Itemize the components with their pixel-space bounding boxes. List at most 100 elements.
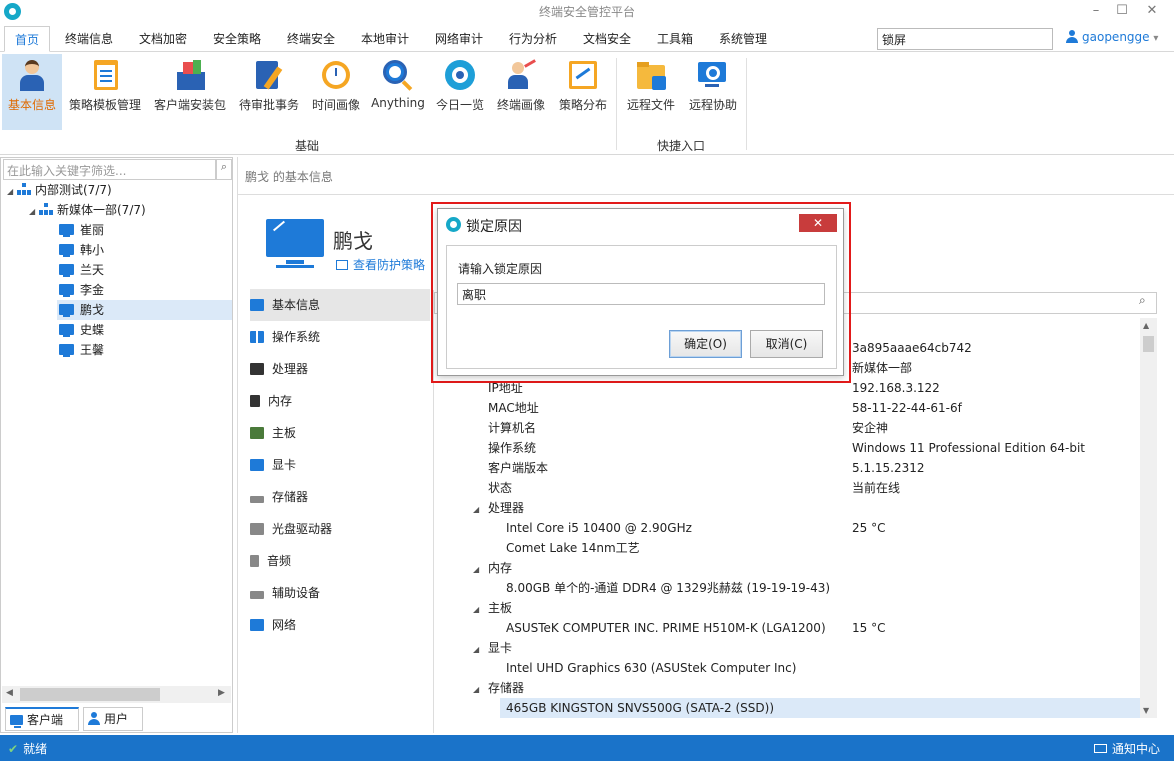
scroll-left-arrow-icon[interactable]: ◀ — [6, 688, 13, 698]
tab-clients[interactable]: 客户端 — [5, 707, 79, 731]
menu-network-audit[interactable]: 网络审计 — [425, 26, 493, 52]
menu-toolbox[interactable]: 工具箱 — [647, 26, 703, 52]
folder-icon — [634, 58, 668, 92]
ribbon-pending-approval[interactable]: 待审批事务 — [236, 54, 302, 130]
scroll-up-arrow-icon[interactable]: ▲ — [1143, 321, 1149, 330]
optical-drive-icon — [250, 523, 264, 535]
search-icon[interactable]: ⌕ — [1139, 293, 1146, 308]
collapse-triangle-icon[interactable]: ◢ — [473, 680, 488, 700]
tree-user[interactable]: 李金 — [59, 280, 229, 300]
detail-row-selected[interactable]: 465GB KINGSTON SNVS500G (SATA-2 (SSD)) — [500, 698, 1140, 718]
menu-behavior-analysis[interactable]: 行为分析 — [499, 26, 567, 52]
menu-local-audit[interactable]: 本地审计 — [351, 26, 419, 52]
menu-home[interactable]: 首页 — [4, 26, 51, 52]
tree-user-selected[interactable]: 鹏戈 — [57, 300, 232, 320]
category-network[interactable]: 网络 — [250, 609, 430, 641]
category-basic-info[interactable]: 基本信息 — [250, 289, 430, 321]
ribbon-policy-template[interactable]: 策略模板管理 — [66, 54, 144, 130]
ribbon-today-overview[interactable]: 今日一览 — [432, 54, 488, 130]
notification-center[interactable]: 通知中心 — [1093, 740, 1160, 757]
user-menu[interactable]: gaopengge ▾ — [1066, 30, 1158, 44]
ok-button[interactable]: 确定(O) — [669, 330, 742, 358]
dialog-body: 请输入锁定原因 离职 确定(O) 取消(C) — [446, 245, 837, 369]
reason-input[interactable]: 离职 — [457, 283, 825, 305]
detail-value: 192.168.3.122 — [852, 381, 940, 395]
minimize-button[interactable]: – — [1082, 1, 1110, 21]
tree-user[interactable]: 史蝶 — [59, 320, 229, 340]
category-cpu[interactable]: 处理器 — [250, 353, 430, 385]
cancel-button[interactable]: 取消(C) — [750, 330, 823, 358]
category-motherboard[interactable]: 主板 — [250, 417, 430, 449]
menu-terminal-info[interactable]: 终端信息 — [55, 26, 123, 52]
ribbon-label: 今日一览 — [435, 98, 484, 112]
tree-user[interactable]: 王馨 — [59, 340, 229, 360]
eye-icon — [443, 58, 477, 92]
dialog-close-button[interactable]: ✕ — [799, 214, 837, 232]
horizontal-scrollbar[interactable]: ◀ ▶ — [2, 686, 231, 703]
tree-user[interactable]: 兰天 — [59, 260, 229, 280]
ribbon-terminal-profile[interactable]: 终端画像 — [493, 54, 549, 130]
tree-user-label: 崔丽 — [80, 223, 105, 237]
org-icon — [17, 183, 31, 195]
section-motherboard[interactable]: ◢ 主板 — [473, 598, 512, 618]
section-memory[interactable]: ◢ 内存 — [473, 558, 512, 578]
collapse-triangle-icon[interactable]: ◢ — [473, 600, 488, 620]
close-button[interactable]: ✕ — [1138, 1, 1166, 21]
detail-label: 465GB KINGSTON SNVS500G (SATA-2 (SSD)) — [506, 701, 774, 715]
tree-user-label: 王馨 — [80, 343, 105, 357]
collapse-triangle-icon[interactable]: ◢ — [7, 182, 17, 202]
tab-users[interactable]: 用户 — [83, 707, 143, 731]
detail-value: 新媒体一部 — [852, 361, 913, 375]
menu-doc-encryption[interactable]: 文档加密 — [129, 26, 197, 52]
menu-doc-security[interactable]: 文档安全 — [573, 26, 641, 52]
collapse-triangle-icon[interactable]: ◢ — [473, 500, 488, 520]
ribbon-client-package[interactable]: 客户端安装包 — [151, 54, 229, 130]
tree-node-root[interactable]: ◢ 内部测试(7/7) — [7, 180, 112, 200]
tree-user[interactable]: 崔丽 — [59, 220, 229, 240]
section-cpu[interactable]: ◢ 处理器 — [473, 498, 524, 518]
menu-system-management[interactable]: 系统管理 — [709, 26, 777, 52]
search-icon[interactable]: ⌕ — [216, 159, 232, 180]
category-storage[interactable]: 存储器 — [250, 481, 430, 513]
category-gpu[interactable]: 显卡 — [250, 449, 430, 481]
tree-user-label: 兰天 — [80, 263, 105, 277]
ribbon-time-profile[interactable]: 时间画像 — [307, 54, 365, 130]
disk-icon — [250, 496, 264, 503]
tree-node-dept[interactable]: ◢ 新媒体一部(7/7) — [29, 200, 146, 220]
ribbon-anything[interactable]: Anything — [370, 54, 426, 130]
collapse-triangle-icon[interactable]: ◢ — [473, 640, 488, 660]
scroll-right-arrow-icon[interactable]: ▶ — [218, 688, 225, 698]
maximize-button[interactable]: ☐ — [1108, 1, 1136, 21]
ribbon-basic-info[interactable]: 基本信息 — [2, 54, 62, 130]
tree-node-label: 新媒体一部(7/7) — [57, 203, 146, 217]
category-os[interactable]: 操作系统 — [250, 321, 430, 353]
check-icon: ✔ — [8, 742, 19, 756]
global-search-input[interactable]: 锁屏 — [877, 28, 1053, 50]
menu-terminal-security[interactable]: 终端安全 — [277, 26, 345, 52]
monitor-icon — [250, 299, 264, 311]
ribbon-remote-files[interactable]: 远程文件 — [622, 54, 680, 130]
windows-icon — [250, 331, 264, 343]
category-optical[interactable]: 光盘驱动器 — [250, 513, 430, 545]
detail-label: 操作系统 — [488, 441, 537, 455]
category-audio[interactable]: 音频 — [250, 545, 430, 577]
scroll-thumb[interactable] — [1143, 336, 1154, 352]
section-storage[interactable]: ◢ 存储器 — [473, 678, 524, 698]
collapse-triangle-icon[interactable]: ◢ — [473, 560, 488, 580]
computer-icon — [59, 284, 74, 297]
category-peripherals[interactable]: 辅助设备 — [250, 577, 430, 609]
section-gpu[interactable]: ◢ 显卡 — [473, 638, 512, 658]
scroll-thumb[interactable] — [20, 688, 160, 701]
tree-filter-input[interactable]: 在此输入关键字筛选... — [3, 159, 216, 180]
tree-user[interactable]: 韩小 — [59, 240, 229, 260]
scroll-down-arrow-icon[interactable]: ▼ — [1143, 706, 1149, 715]
category-memory[interactable]: 内存 — [250, 385, 430, 417]
menu-security-policy[interactable]: 安全策略 — [203, 26, 271, 52]
ribbon-remote-assist[interactable]: 远程协助 — [684, 54, 742, 130]
collapse-triangle-icon[interactable]: ◢ — [29, 202, 39, 222]
ribbon-policy-distribution[interactable]: 策略分布 — [555, 54, 611, 130]
computer-icon — [59, 244, 74, 257]
tree-user-label: 韩小 — [80, 243, 105, 257]
view-policy-link[interactable]: 查看防护策略 — [336, 256, 425, 273]
vertical-scrollbar[interactable]: ▲ ▼ — [1140, 318, 1157, 718]
